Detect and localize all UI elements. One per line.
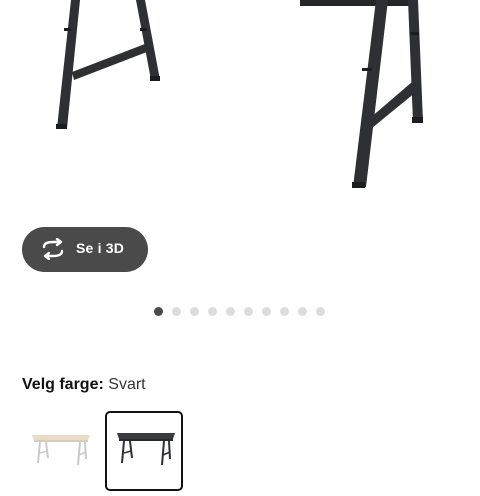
- carousel-dot-9[interactable]: [298, 307, 307, 316]
- carousel-dot-7[interactable]: [262, 307, 271, 316]
- carousel-dot-10[interactable]: [316, 307, 325, 316]
- image-carousel-indicator: [154, 307, 334, 317]
- black-desk-thumbnail: [117, 433, 175, 466]
- white-beige-desk-thumbnail: [32, 435, 90, 466]
- carousel-dot-8[interactable]: [280, 307, 289, 316]
- carousel-dot-6[interactable]: [244, 307, 253, 316]
- rotate-3d-icon: [42, 238, 64, 260]
- left-leg-frame: [56, 0, 160, 129]
- color-label-key: Velg farge:: [22, 376, 104, 393]
- view-in-3d-label: Se i 3D: [76, 240, 125, 256]
- carousel-dot-4[interactable]: [208, 307, 217, 316]
- view-in-3d-button[interactable]: Se i 3D: [22, 227, 148, 272]
- color-option-white-beige[interactable]: [22, 411, 100, 491]
- right-leg-frame: [300, 0, 423, 188]
- color-selection-label: Velg farge: Svart: [22, 376, 146, 394]
- color-selected-value: Svart: [108, 376, 146, 393]
- carousel-dot-3[interactable]: [190, 307, 199, 316]
- color-option-black[interactable]: [105, 411, 183, 491]
- carousel-dot-2[interactable]: [172, 307, 181, 316]
- carousel-dot-5[interactable]: [226, 307, 235, 316]
- carousel-dot-1[interactable]: [154, 307, 163, 316]
- product-image[interactable]: [0, 0, 480, 205]
